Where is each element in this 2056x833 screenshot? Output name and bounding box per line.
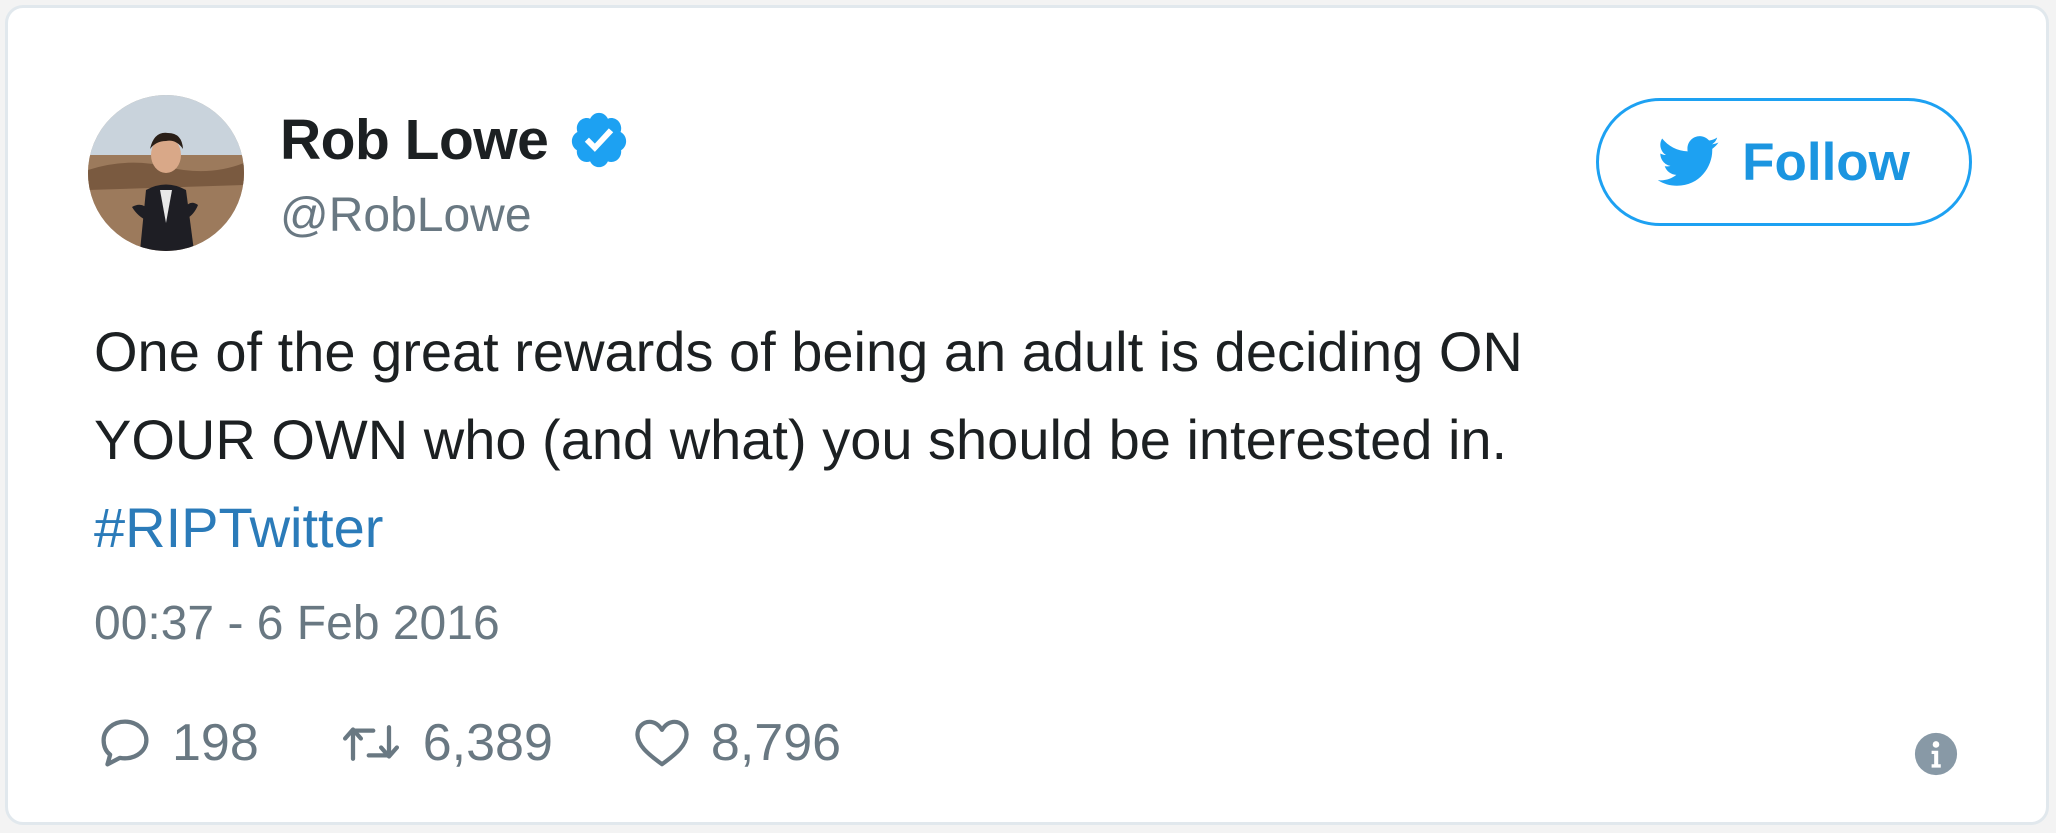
verified-badge-icon	[568, 109, 630, 171]
hashtag-link[interactable]: #RIPTwitter	[94, 496, 383, 559]
info-icon[interactable]	[1914, 732, 1958, 776]
follow-button-label: Follow	[1742, 132, 1910, 192]
like-button[interactable]: 8,796	[633, 713, 841, 773]
tweet-text-line-1: One of the great rewards of being an adu…	[94, 320, 1523, 383]
tweet-card: Rob Lowe @RobLowe Follow One of the grea…	[5, 5, 2049, 825]
tweet-text-line-2: YOUR OWN who (and what) you should be in…	[94, 408, 1508, 471]
retweet-button[interactable]: 6,389	[339, 713, 553, 773]
avatar-photo-icon	[88, 95, 244, 251]
tweet-timestamp[interactable]: 00:37 - 6 Feb 2016	[94, 596, 500, 651]
heart-icon	[633, 716, 691, 770]
reply-button[interactable]: 198	[98, 713, 259, 773]
like-count: 8,796	[710, 714, 842, 772]
follow-button[interactable]: Follow	[1596, 98, 1972, 226]
reply-icon	[98, 716, 152, 770]
retweet-icon	[339, 716, 403, 770]
avatar[interactable]	[88, 95, 244, 251]
tweet-text: One of the great rewards of being an adu…	[94, 308, 1974, 572]
display-name[interactable]: Rob Lowe	[280, 107, 549, 173]
name-row: Rob Lowe	[280, 104, 630, 176]
retweet-count: 6,389	[422, 714, 553, 772]
twitter-bird-icon	[1658, 136, 1720, 188]
reply-count: 198	[172, 714, 259, 772]
tweet-actions: 198 6,389 8,796	[98, 708, 921, 778]
user-handle[interactable]: @RobLowe	[280, 188, 532, 243]
